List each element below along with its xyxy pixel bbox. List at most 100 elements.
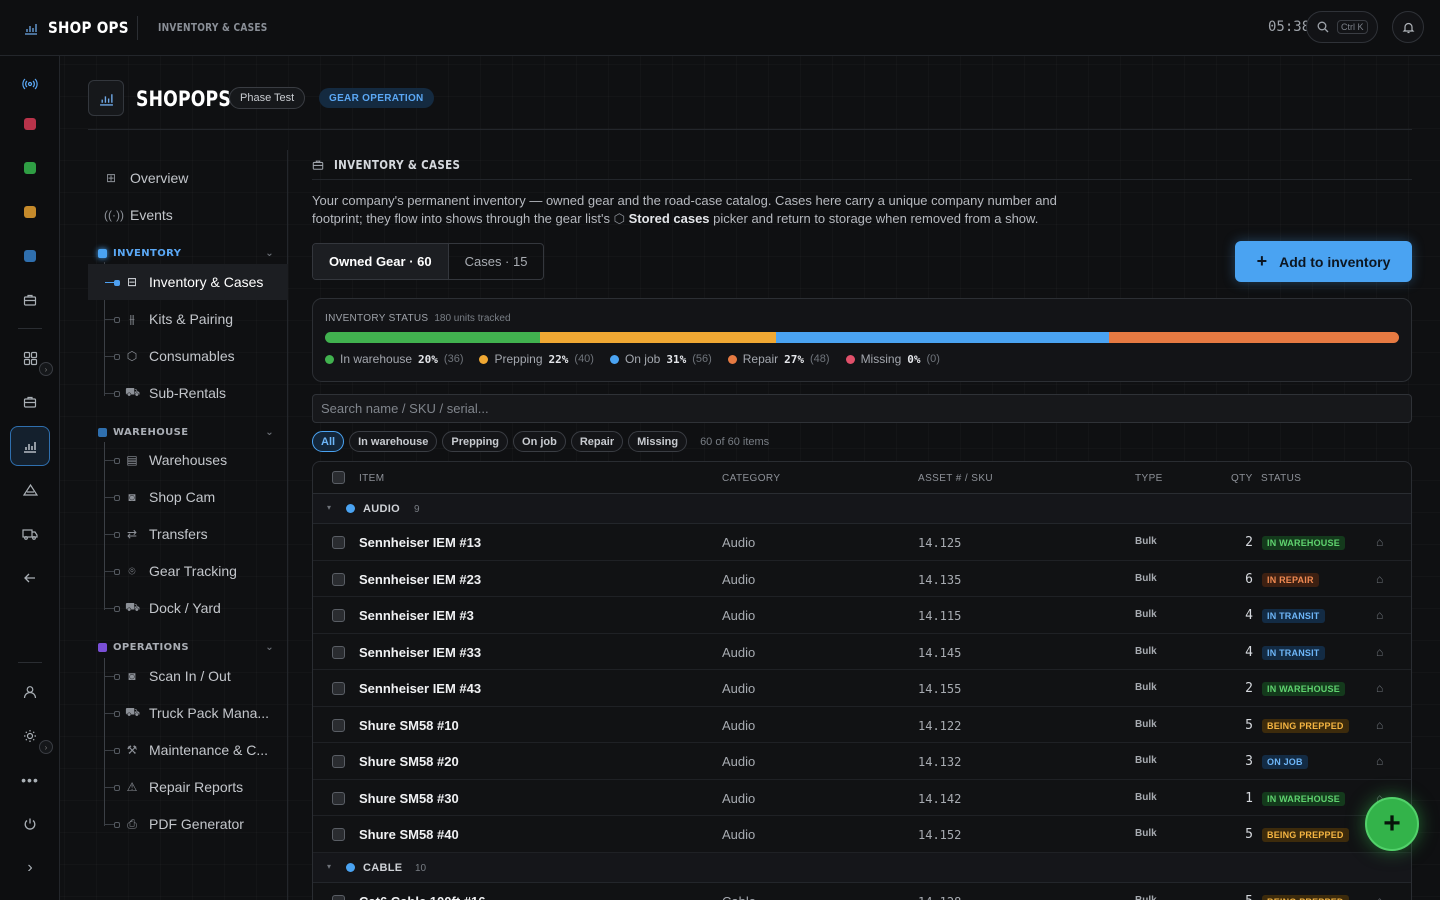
filter-chip[interactable]: All bbox=[312, 431, 345, 452]
search-input[interactable] bbox=[312, 394, 1412, 423]
column-header[interactable]: STATUS bbox=[1261, 473, 1301, 484]
rail-status-red[interactable] bbox=[10, 104, 50, 144]
tag-icon[interactable]: ⌂ bbox=[1376, 754, 1383, 768]
table-row[interactable]: Sennheiser IEM #23 Audio 14.135 Bulk 6 IN REP… bbox=[313, 561, 1411, 597]
nav-transfers[interactable]: ⇄ Transfers bbox=[88, 516, 288, 552]
rail-shopops-button[interactable] bbox=[10, 426, 50, 466]
nav-inventory-cases[interactable]: ⊟ Inventory & Cases bbox=[88, 264, 288, 300]
add-to-inventory-button[interactable]: + Add to inventory bbox=[1235, 241, 1412, 282]
quick-add-fab[interactable]: + bbox=[1365, 797, 1419, 851]
rail-profile-button[interactable] bbox=[10, 672, 50, 712]
command-search-button[interactable]: Ctrl K bbox=[1306, 11, 1378, 43]
row-checkbox[interactable] bbox=[332, 828, 345, 841]
status-subtitle: 180 units tracked bbox=[434, 313, 511, 324]
table-row[interactable]: Shure SM58 #40 Audio 14.152 Bulk 5 BEING PREP… bbox=[313, 816, 1411, 853]
rail-stage-button[interactable] bbox=[10, 470, 50, 510]
tag-icon[interactable]: ⌂ bbox=[1376, 894, 1383, 900]
tag-icon[interactable]: ⌂ bbox=[1376, 681, 1383, 695]
section-operations[interactable]: OPERATIONS ⌄ bbox=[98, 642, 274, 653]
rail-more-button[interactable]: ••• bbox=[10, 760, 50, 800]
tag-icon[interactable]: ⌂ bbox=[1376, 572, 1383, 586]
item-type: Bulk bbox=[1135, 609, 1157, 620]
button-label: Add to inventory bbox=[1279, 253, 1391, 270]
column-header[interactable]: ITEM bbox=[359, 473, 385, 484]
section-inventory[interactable]: INVENTORY ⌄ bbox=[98, 248, 274, 259]
section-title: INVENTORY bbox=[113, 248, 182, 259]
rail-status-blue[interactable] bbox=[10, 236, 50, 276]
tab-owned-gear[interactable]: Owned Gear · 60 bbox=[313, 244, 449, 279]
tag-icon[interactable]: ⌂ bbox=[1376, 645, 1383, 659]
row-checkbox[interactable] bbox=[332, 791, 345, 805]
rail-briefcase-button[interactable] bbox=[10, 280, 50, 320]
rail-status-amber[interactable] bbox=[10, 192, 50, 232]
table-row[interactable]: Shure SM58 #30 Audio 14.142 Bulk 1 IN WAREHOU… bbox=[313, 780, 1411, 816]
green-square-icon bbox=[24, 162, 36, 174]
filter-chip[interactable]: In warehouse bbox=[349, 431, 438, 452]
section-warehouse[interactable]: WAREHOUSE ⌄ bbox=[98, 427, 274, 438]
description-text: picker and return to storage when remove… bbox=[709, 211, 1039, 226]
rail-live-button[interactable] bbox=[10, 64, 50, 104]
expand-badge-icon[interactable]: › bbox=[39, 740, 53, 754]
item-sku: 14.115 bbox=[918, 609, 962, 623]
nav-consumables[interactable]: ⬡ Consumables bbox=[88, 338, 288, 374]
tag-icon[interactable]: ⌂ bbox=[1376, 608, 1383, 622]
column-header[interactable]: CATEGORY bbox=[722, 473, 780, 484]
row-checkbox[interactable] bbox=[332, 645, 345, 659]
nav-truck-pack[interactable]: ⛟ Truck Pack Mana... bbox=[88, 695, 288, 731]
table-row[interactable]: Shure SM58 #10 Audio 14.122 Bulk 5 BEING PREP… bbox=[313, 707, 1411, 743]
nav-gear-tracking[interactable]: ⌾ Gear Tracking bbox=[88, 553, 288, 589]
nav-maintenance[interactable]: ⚒ Maintenance & C... bbox=[88, 732, 288, 768]
item-name: Shure SM58 #30 bbox=[359, 790, 459, 806]
row-checkbox[interactable] bbox=[332, 718, 345, 732]
select-all-checkbox[interactable] bbox=[332, 471, 345, 484]
brand[interactable]: SHOP OPS bbox=[24, 18, 143, 37]
nav-warehouses[interactable]: ▤ Warehouses bbox=[88, 442, 288, 478]
row-checkbox[interactable] bbox=[332, 682, 345, 695]
tag-icon[interactable]: ⌂ bbox=[1376, 718, 1383, 732]
tab-cases[interactable]: Cases · 15 bbox=[449, 244, 544, 279]
section-title: WAREHOUSE bbox=[113, 427, 189, 438]
rail-truck-button[interactable] bbox=[10, 514, 50, 554]
table-row[interactable]: Sennheiser IEM #43 Audio 14.155 Bulk 2 IN WAR… bbox=[313, 670, 1411, 707]
nav-kits-pairing[interactable]: ⫵ Kits & Pairing bbox=[88, 301, 288, 337]
expand-badge-icon[interactable]: › bbox=[39, 362, 53, 376]
column-header[interactable]: ASSET # / SKU bbox=[918, 473, 993, 484]
column-header[interactable]: TYPE bbox=[1135, 473, 1163, 484]
row-checkbox[interactable] bbox=[332, 609, 345, 622]
filter-chip[interactable]: On job bbox=[513, 431, 566, 452]
tag-icon[interactable]: ⌂ bbox=[1376, 535, 1383, 549]
column-header[interactable]: QTY bbox=[1231, 473, 1253, 484]
legend-percent: 20% bbox=[418, 352, 438, 366]
rail-back-button[interactable] bbox=[10, 558, 50, 598]
nav-label: Overview bbox=[130, 170, 189, 186]
table-row[interactable]: Sennheiser IEM #3 Audio 14.115 Bulk 4 IN TRAN… bbox=[313, 597, 1411, 634]
filter-chip[interactable]: Prepping bbox=[442, 431, 509, 452]
rail-status-green[interactable] bbox=[10, 148, 50, 188]
notifications-button[interactable] bbox=[1392, 11, 1424, 43]
rail-expand-button[interactable]: › bbox=[10, 848, 50, 888]
table-row[interactable]: Shure SM58 #20 Audio 14.132 Bulk 3 ON JOB ⌂ bbox=[313, 743, 1411, 780]
row-checkbox[interactable] bbox=[332, 755, 345, 768]
nav-events[interactable]: ((·)) Events bbox=[104, 207, 173, 223]
table-row[interactable]: Cat6 Cable 100ft #16 Cable 14.128 Bulk 5 BEIN… bbox=[313, 883, 1411, 900]
row-checkbox[interactable] bbox=[332, 894, 345, 900]
nav-shop-cam[interactable]: ◙ Shop Cam bbox=[88, 479, 288, 515]
row-checkbox[interactable] bbox=[332, 572, 345, 586]
table-row[interactable]: Sennheiser IEM #13 Audio 14.125 Bulk 2 IN WAR… bbox=[313, 524, 1411, 561]
nav-pdf-generator[interactable]: ⎙ PDF Generator bbox=[88, 806, 288, 842]
nav-repair-reports[interactable]: ⚠ Repair Reports bbox=[88, 769, 288, 805]
rail-power-button[interactable] bbox=[10, 804, 50, 844]
chevron-right-icon: › bbox=[27, 859, 33, 876]
phase-badge[interactable]: Phase Test bbox=[229, 87, 306, 109]
row-checkbox[interactable] bbox=[332, 536, 345, 549]
nav-sub-rentals[interactable]: ⛟ Sub-Rentals bbox=[88, 375, 288, 411]
rail-cases-button[interactable] bbox=[10, 382, 50, 422]
group-row-cable[interactable]: ▾ CABLE 10 bbox=[313, 852, 1411, 883]
group-row-audio[interactable]: ▾ AUDIO 9 bbox=[313, 494, 1411, 524]
nav-overview[interactable]: ⊞ Overview bbox=[104, 170, 188, 186]
filter-chip[interactable]: Missing bbox=[628, 431, 688, 452]
nav-scan-in-out[interactable]: ◙ Scan In / Out bbox=[88, 658, 288, 694]
table-row[interactable]: Sennheiser IEM #33 Audio 14.145 Bulk 4 IN TRA… bbox=[313, 634, 1411, 670]
filter-chip[interactable]: Repair bbox=[570, 431, 624, 452]
nav-dock-yard[interactable]: ⛟ Dock / Yard bbox=[88, 590, 288, 626]
